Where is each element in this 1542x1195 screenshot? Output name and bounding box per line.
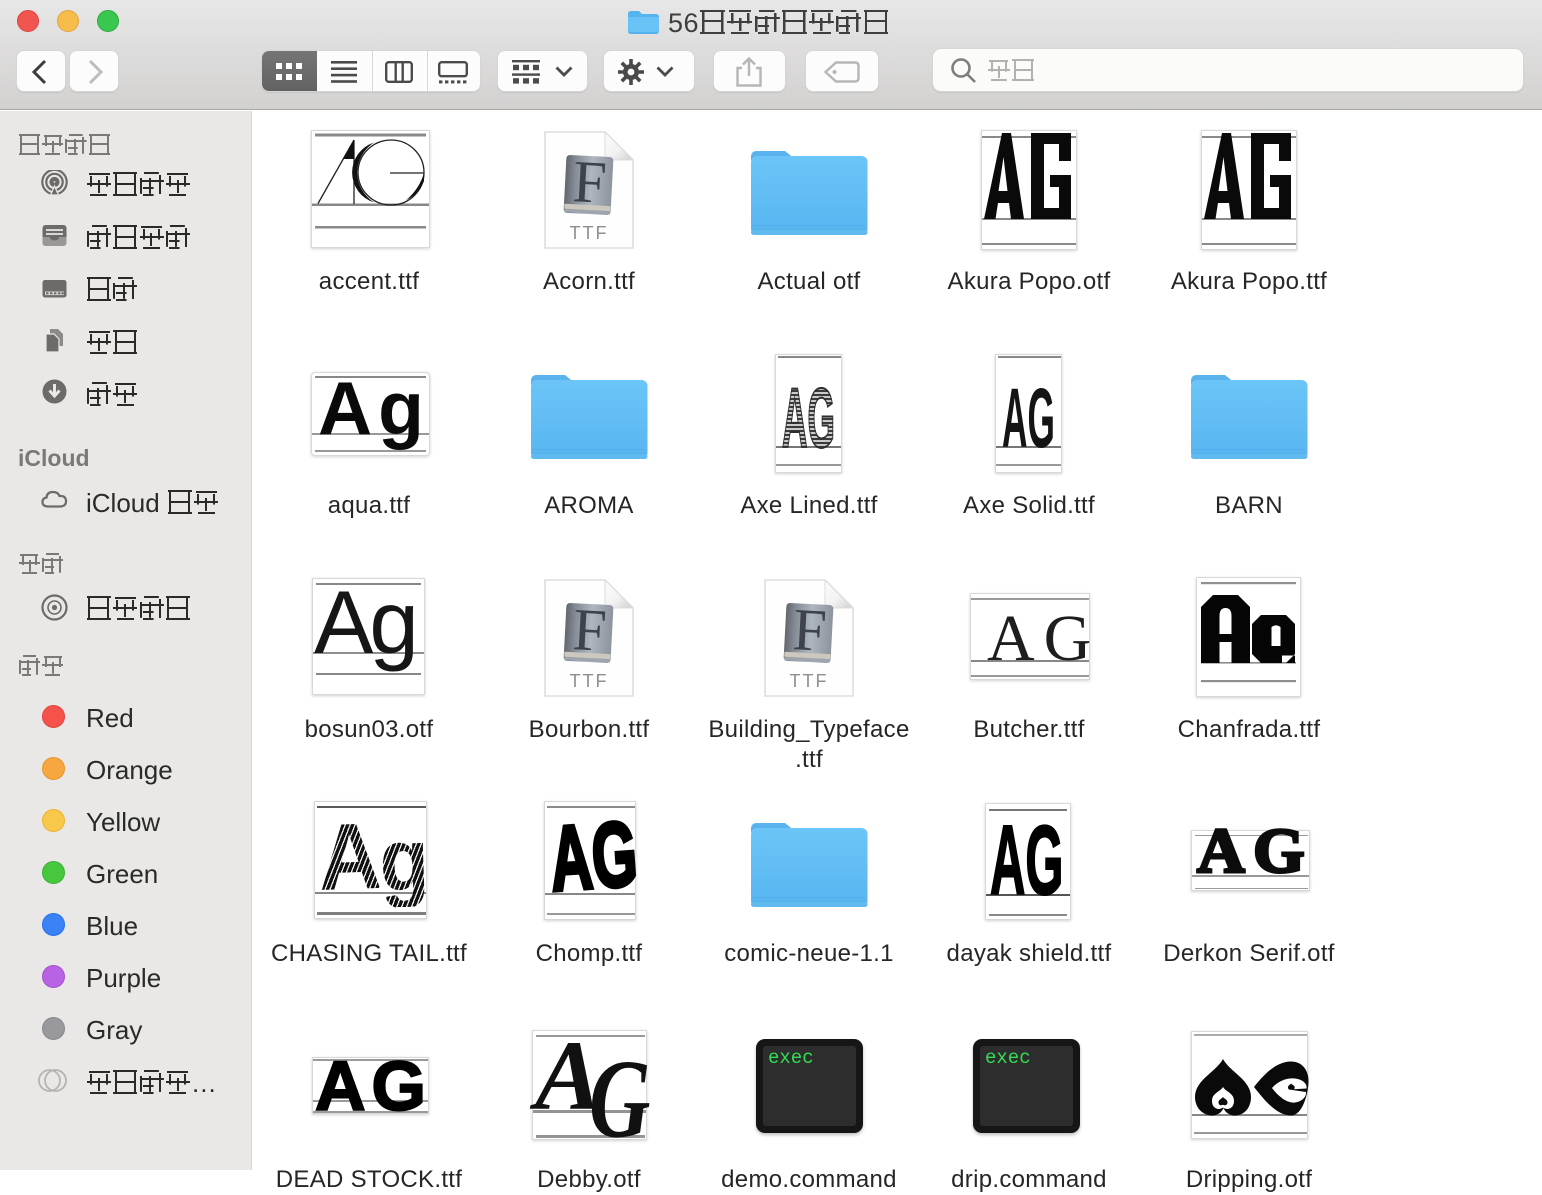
svg-text:TTF: TTF (570, 223, 609, 243)
svg-text:F: F (571, 596, 608, 664)
svg-text:F: F (791, 596, 828, 664)
svg-text:TTF: TTF (790, 671, 829, 691)
svg-text:F: F (571, 148, 608, 216)
svg-text:TTF: TTF (570, 671, 609, 691)
